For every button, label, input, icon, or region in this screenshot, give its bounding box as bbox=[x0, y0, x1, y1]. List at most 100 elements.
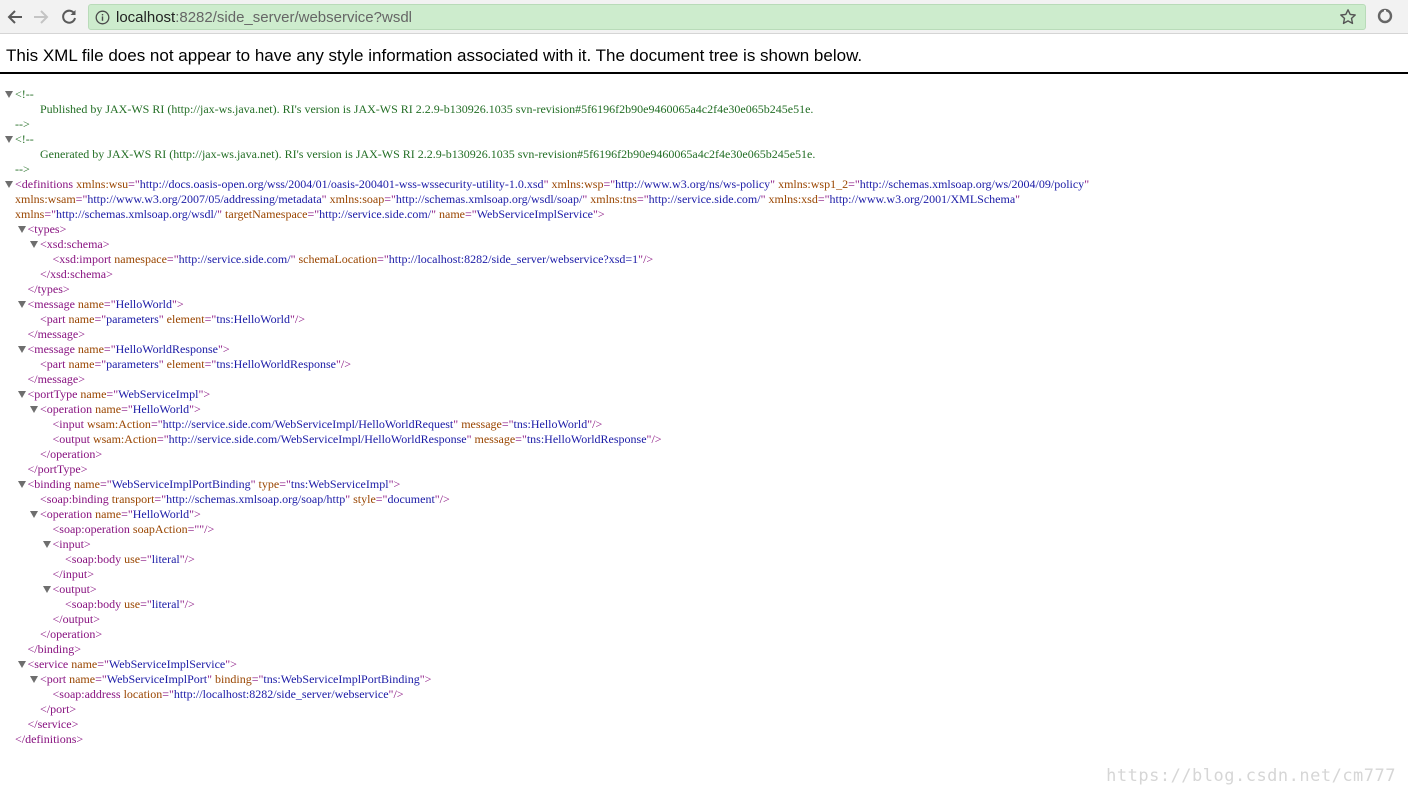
xml-token: <xsd:import bbox=[52, 252, 115, 266]
url-text[interactable]: localhost:8282/side_server/webservice?ws… bbox=[116, 9, 412, 26]
xml-line: <definitions xmlns:wsu="http://docs.oasi… bbox=[0, 177, 1408, 192]
forward-arrow-icon[interactable] bbox=[30, 6, 52, 28]
xml-token: " bbox=[1015, 192, 1021, 206]
xml-no-style-message: This XML file does not appear to have an… bbox=[6, 46, 863, 65]
xml-token: =" bbox=[162, 687, 174, 701]
xml-line: <service name="WebServiceImplService"> bbox=[0, 657, 1408, 672]
xml-token: "> bbox=[171, 297, 184, 311]
xml-token: </types> bbox=[27, 282, 70, 296]
xml-line: <output wsam:Action="http://service.side… bbox=[0, 432, 1408, 447]
xml-line: <message name="HelloWorld"> bbox=[0, 297, 1408, 312]
info-icon[interactable] bbox=[95, 10, 110, 30]
xml-line-text: </port> bbox=[40, 702, 76, 717]
xml-token: =" bbox=[204, 312, 217, 326]
xml-token: "/> bbox=[388, 687, 404, 701]
xml-line-text: </operation> bbox=[40, 627, 102, 642]
xml-line: <!-- bbox=[0, 87, 1408, 102]
xml-token: =" bbox=[848, 177, 860, 191]
xml-token: Published by JAX-WS RI (http://jax-ws.ja… bbox=[40, 102, 814, 116]
xml-line: <binding name="WebServiceImplPortBinding… bbox=[0, 477, 1408, 492]
collapse-triangle-icon[interactable] bbox=[17, 301, 26, 308]
reload-icon[interactable] bbox=[58, 6, 80, 28]
collapse-triangle-icon[interactable] bbox=[17, 226, 26, 233]
xml-token: --> bbox=[15, 162, 30, 176]
collapse-triangle-icon[interactable] bbox=[17, 661, 26, 668]
xml-token: message bbox=[461, 417, 502, 431]
xml-token: WebServiceImplPort bbox=[106, 672, 208, 686]
xml-line-text: </types> bbox=[28, 282, 70, 297]
xml-token: =" bbox=[384, 192, 396, 206]
url-path: :8282/side_server/webservice?wsdl bbox=[175, 9, 412, 26]
address-bar[interactable]: localhost:8282/side_server/webservice?ws… bbox=[88, 4, 1366, 30]
xml-line: </binding> bbox=[0, 642, 1408, 657]
xml-token: <!-- bbox=[15, 132, 34, 146]
xml-line: <output> bbox=[0, 582, 1408, 597]
xml-token: </definitions> bbox=[15, 732, 84, 746]
xml-token: name bbox=[69, 672, 96, 686]
collapse-triangle-icon[interactable] bbox=[17, 346, 26, 353]
xml-line: </definitions> bbox=[0, 732, 1408, 747]
xml-line: <port name="WebServiceImplPort" binding=… bbox=[0, 672, 1408, 687]
xml-token: tns:HelloWorldResponse bbox=[216, 357, 337, 371]
xml-token: --> bbox=[15, 117, 30, 131]
xml-token: " bbox=[453, 417, 462, 431]
xml-line: Published by JAX-WS RI (http://jax-ws.ja… bbox=[0, 102, 1408, 117]
xml-token: " bbox=[431, 207, 439, 221]
xml-token: =" bbox=[377, 252, 389, 266]
xml-token: tns:HelloWorldResponse bbox=[526, 432, 647, 446]
xml-token: http://schemas.xmlsoap.org/ws/2004/09/po… bbox=[859, 177, 1085, 191]
xml-token: <soap:body bbox=[65, 552, 125, 566]
xml-token: <soap:operation bbox=[52, 522, 133, 536]
xml-token: </portType> bbox=[27, 462, 88, 476]
collapse-triangle-icon[interactable] bbox=[5, 91, 13, 98]
xml-line-text: </xsd:schema> bbox=[40, 267, 113, 282]
xml-line: </message> bbox=[0, 372, 1408, 387]
xml-token: schemaLocation bbox=[298, 252, 378, 266]
xml-token: use bbox=[124, 552, 141, 566]
xml-token: tns:HelloWorld bbox=[216, 312, 291, 326]
collapse-triangle-icon[interactable] bbox=[30, 511, 38, 518]
extension-icon[interactable] bbox=[1376, 7, 1394, 30]
xml-line: --> bbox=[0, 162, 1408, 177]
xml-line: <soap:body use="literal"/> bbox=[0, 597, 1408, 612]
xml-line-text: Generated by JAX-WS RI (http://jax-ws.ja… bbox=[40, 147, 815, 162]
xml-line-text: </binding> bbox=[28, 642, 82, 657]
collapse-triangle-icon[interactable] bbox=[30, 676, 38, 683]
bookmark-star-icon[interactable] bbox=[1339, 8, 1357, 31]
xml-line: <operation name="HelloWorld"> bbox=[0, 402, 1408, 417]
xml-token: targetNamespace bbox=[225, 207, 308, 221]
xml-token: =" bbox=[94, 312, 107, 326]
xml-token: </message> bbox=[27, 372, 86, 386]
xml-token: soapAction bbox=[132, 522, 188, 536]
xml-token: xmlns:soap bbox=[329, 192, 385, 206]
xml-line-text: <xsd:schema> bbox=[40, 237, 110, 252]
xml-token: =" bbox=[307, 207, 320, 221]
xml-token: binding bbox=[215, 672, 252, 686]
xml-token: parameters bbox=[106, 357, 159, 371]
xml-line: </operation> bbox=[0, 447, 1408, 462]
xml-token: WebServiceImplService bbox=[476, 207, 593, 221]
collapse-triangle-icon[interactable] bbox=[5, 136, 13, 143]
collapse-triangle-icon[interactable] bbox=[30, 241, 38, 248]
collapse-triangle-icon[interactable] bbox=[17, 481, 26, 488]
xml-line: <message name="HelloWorldResponse"> bbox=[0, 342, 1408, 357]
xml-line: <soap:binding transport="http://schemas.… bbox=[0, 492, 1408, 507]
collapse-triangle-icon[interactable] bbox=[17, 391, 26, 398]
xml-token: type bbox=[258, 477, 280, 491]
collapse-triangle-icon[interactable] bbox=[30, 406, 38, 413]
xml-token: http://localhost:8282/side_server/webser… bbox=[173, 687, 389, 701]
xml-token: =" bbox=[603, 177, 616, 191]
xml-line: </operation> bbox=[0, 627, 1408, 642]
collapse-triangle-icon[interactable] bbox=[5, 181, 13, 188]
xml-token: message bbox=[474, 432, 516, 446]
xml-line-text: <part name="parameters" element="tns:Hel… bbox=[40, 357, 351, 372]
xml-token: </binding> bbox=[27, 642, 82, 656]
back-arrow-icon[interactable] bbox=[4, 6, 26, 28]
collapse-triangle-icon[interactable] bbox=[42, 541, 51, 548]
xml-line-text: xmlns="http://schemas.xmlsoap.org/wsdl/"… bbox=[15, 207, 605, 222]
xml-token: name bbox=[80, 387, 107, 401]
xml-token: =" bbox=[636, 192, 649, 206]
xml-token: " bbox=[321, 192, 330, 206]
collapse-triangle-icon[interactable] bbox=[42, 586, 51, 593]
xml-token: <output> bbox=[52, 582, 97, 596]
